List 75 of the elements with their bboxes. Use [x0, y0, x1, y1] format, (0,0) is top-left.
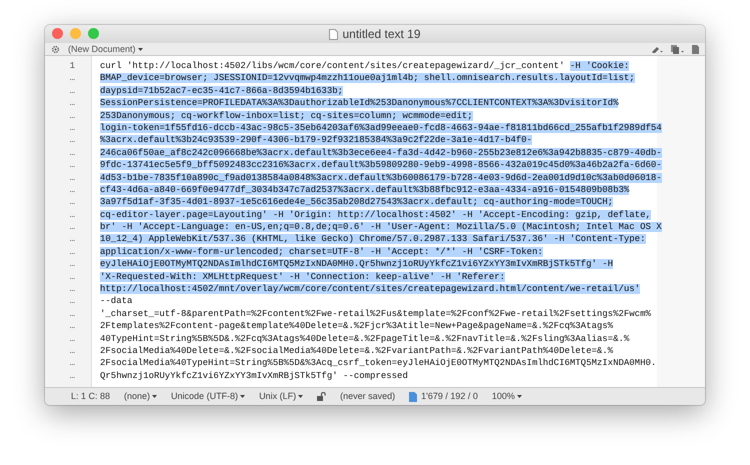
caret-icon: [298, 395, 304, 398]
line-number: …: [68, 357, 76, 370]
pen-icon[interactable]: [651, 45, 663, 53]
line-number: …: [68, 110, 76, 122]
caret-icon: [240, 395, 246, 398]
document-icon: [329, 28, 338, 40]
selected-text: eyJleHAiOjE0OTMyMTQ2NDAsImlhdCI6MTQ5MzIxNDA0MH0.Qr5hwnzj1oRUyYkfcZ1vi6YZxYY3mIvXmRBjSTk5Tfg' -H: [100, 259, 614, 270]
close-button[interactable]: [52, 28, 63, 39]
caret-icon: [152, 395, 158, 398]
caret-icon: [138, 48, 143, 50]
selected-text: cf43-4d6a-a840-669f0e9477df_3034b347c7ad2537%3acrx.default%3b88fbc912-e3aa-4334-a916-0154809b08b3%: [100, 184, 630, 195]
status-text: L: 1 C: 88: [71, 390, 110, 403]
status-dropdown[interactable]: Unicode (UTF-8): [171, 388, 238, 405]
code-text: 40TypeHint=String%5B%5D&.%2Fcq%3Atags%40Delete=&.%2FpageTitle=&.%2FnavTitle=&.%2Fsling%3Aalias=&.%: [100, 334, 630, 344]
line-number: …: [68, 344, 76, 358]
code-text: '_charset_=utf-8&parentPath=%2Fcontent%2Fwe-retail%2Fus&template=%2Fconf%2Fwe-retail%2Fsettings%2Fwcm%: [100, 308, 651, 319]
selected-text: 9fdc-13741ec5e5f9_bff5092483cc2316%3acrx.default%3b59809280-9eb9-4998-8566-432a019c45d0%3a46b2a2fa-6d60-: [100, 160, 662, 170]
line-number: …: [68, 72, 76, 85]
line-number: …: [68, 208, 76, 222]
window-title: untitled text 19: [342, 26, 421, 43]
document-icon: [409, 392, 418, 402]
document-mode-dropdown[interactable]: (New Document): [68, 42, 136, 56]
line-number: …: [68, 159, 76, 172]
selected-text: 253Danonymous; cq-workflow-inbox=list; cq-sites=column; wcmmode=edit;: [100, 110, 473, 121]
code-text: --data: [100, 296, 132, 306]
selected-text: login-token=1f55fd16-dccb-43ac-98c5-35eb64203af6%3ad99eeae0-fcd8-4663-94ae-f81811bd66cd_255afb1f2989df54: [100, 122, 662, 133]
selected-text: 4d53-b1be-7835f10a890c_f9ad0138584a0848%3acrx.default%3b60086179-b728-4e03-9d6d-2ea001d9d10c%3ab0d06018-: [100, 172, 662, 183]
caret-icon: [516, 395, 522, 398]
code-text: 2FsocialMedia%40Delete=&.%2FsocialMedia%40Delete=&.%2FvariantPath=&.%2FvariantPath%40Delete=&.%: [100, 346, 614, 356]
selected-text: %3acrx.default%3b24c93539-290f-4306-b179-92f932185384%3a9c2f22de-3a1e-4d17-b4f0-: [100, 135, 532, 146]
line-number: …: [68, 184, 76, 196]
selected-text: 10_12_4) AppleWebKit/537.36 (KHTML, like Gecko) Chrome/57.0.2987.133 Safari/537.36' -H 'Content-Type:: [100, 234, 646, 244]
line-number: …: [68, 196, 76, 209]
selected-text: http://localhost:4502/mnt/overlay/wcm/core/content/sites/createpagewizard.html/content/we-retail/us': [100, 284, 640, 294]
code-text: 2Ftemplates%2Fcontent-page&template%40Delete=&.%2Fjcr%3Atitle=New+Page&pageName=&.%2Fcq%3Atags%: [100, 321, 614, 332]
selected-text: 246ca06f50ae_af8c242c096668be%3acrx.default%3b3ece6ee4-fa3d-4d42-b960-255b23e812e6%3a942b8835-c879-40db-: [100, 148, 662, 158]
line-number: …: [68, 258, 76, 271]
selected-text: 3a97f5d1af-3f35-4d01-8937-1e5c616ede4e_56c35ab208d27543%3acrx.default; cq-authoring-mode=TOUCH;: [100, 197, 614, 208]
copy-icon[interactable]: [671, 44, 684, 54]
line-number: …: [68, 97, 76, 110]
selected-text: daypsid=71b52ac7-ec35-41c7-866a-8d3594b1633b;: [100, 86, 344, 96]
line-number: …: [68, 221, 76, 234]
line-number: …: [68, 308, 76, 320]
line-number: …: [68, 246, 76, 258]
status-dropdown[interactable]: 100%: [492, 388, 515, 405]
line-number: …: [68, 320, 76, 333]
page-icon[interactable]: [692, 44, 699, 54]
line-number: …: [68, 84, 76, 98]
line-number: …: [68, 172, 76, 184]
line-number: …: [68, 233, 76, 246]
status-text: (never saved): [340, 390, 396, 403]
lock-icon[interactable]: [317, 392, 326, 401]
line-number: …: [68, 270, 76, 284]
line-number: …: [68, 134, 76, 147]
code-text: curl 'http://localhost:4502/libs/wcm/core/content/sites/createpagewizard/_jcr_content': [100, 61, 566, 71]
selected-text: cq-editor-layer.page=Layouting' -H 'Origin: http://localhost:4502' -H 'Accept-Encoding: gzip, deflate,: [100, 210, 651, 220]
selected-text: br' -H 'Accept-Language: en-US,en;q=0.8,de;q=0.6' -H 'User-Agent: Mozilla/5.0 (Macintosh; Intel Mac OS X: [100, 222, 662, 232]
status-dropdown[interactable]: Unix (LF): [259, 388, 296, 405]
gear-icon[interactable]: [51, 44, 60, 54]
code-text: Qr5hwnzj1oRUyYkfcZ1vi6YZxYY3mIvXmRBjSTk5Tfg' --compressed: [100, 370, 408, 381]
code-text: 2FsocialMedia%40TypeHint=String%5B%5D&%3Acq_csrf_token=eyJleHAiOjE0OTMyMTQ2NDAsImlhdCI6MTQ5MzIxNDA0MH0.: [100, 358, 656, 368]
line-number: …: [68, 332, 76, 345]
selected-text: 'X-Requested-With: XMLHttpRequest' -H 'Connection: keep-alive' -H 'Referer:: [100, 272, 506, 282]
selected-text: application/x-www-form-urlencoded; charset=UTF-8' -H 'Accept: */*' -H 'CSRF-Token:: [100, 246, 543, 257]
line-number: 1: [68, 60, 76, 72]
line-number: …: [68, 370, 76, 382]
line-number: …: [68, 295, 76, 308]
status-dropdown[interactable]: (none): [124, 388, 150, 405]
status-text: 1'679 / 192 / 0: [421, 390, 478, 403]
line-number: …: [68, 122, 76, 134]
selected-text: BMAP_device=browser; JSESSIONID=12vvqmwp4mzzh11oue0aj1ml4b; shell.omnisearch.results.layoutId=list;: [100, 73, 635, 84]
selected-text: SessionPersistence=PROFILEDATA%3A%3DauthorizableId%253Danonymous%7CCLIENTCONTEXT%3A%3DvisitorId%: [100, 98, 618, 108]
line-number: …: [68, 146, 76, 160]
selected-text: -H 'Cookie:: [570, 61, 630, 71]
line-number: …: [68, 283, 76, 296]
